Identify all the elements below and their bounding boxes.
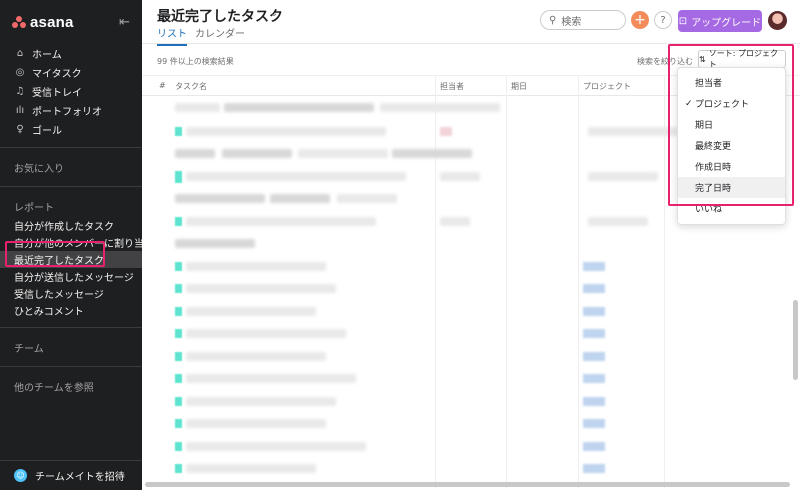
sort-button[interactable]: ⇅ ソート: プロジェクト bbox=[698, 49, 786, 69]
column-header-assignee[interactable]: 担当者 bbox=[440, 81, 464, 92]
nav-item-label: ホーム bbox=[32, 50, 62, 61]
nav-item-goals[interactable]: ♀ ゴール bbox=[0, 120, 142, 139]
sort-option-label: 完了日時 bbox=[695, 184, 732, 194]
nav-item-my-tasks[interactable]: ◎ マイタスク bbox=[0, 63, 142, 82]
divider bbox=[0, 327, 142, 328]
check-circle-icon: ◎ bbox=[15, 67, 25, 78]
home-icon: ⌂ bbox=[16, 48, 24, 59]
sort-icon: ⇅ bbox=[699, 54, 706, 64]
report-item-sent-messages[interactable]: 自分が送信したメッセージ bbox=[0, 268, 142, 285]
page-title: 最近完了したタスク bbox=[157, 9, 283, 25]
reports-list: 自分が作成したタスク 自分が他のメンバーに割り当... 最近完了したタスク 自分… bbox=[0, 217, 142, 319]
sort-option-completed-on[interactable]: 完了日時 bbox=[678, 177, 785, 198]
invite-label: チームメイトを招待 bbox=[35, 472, 125, 483]
report-item-recently-completed[interactable]: 最近完了したタスク bbox=[0, 251, 142, 268]
chevron-down-icon[interactable]: ⌄ bbox=[270, 8, 278, 19]
gift-icon: ⊡ bbox=[678, 15, 688, 27]
column-header-project[interactable]: プロジェクト bbox=[583, 81, 631, 92]
table-row[interactable] bbox=[142, 300, 800, 323]
person-icon: ♀ bbox=[16, 124, 24, 135]
tab-calendar[interactable]: カレンダー bbox=[195, 25, 245, 40]
asana-logo-icon[interactable] bbox=[12, 16, 26, 28]
sort-option-created-on[interactable]: 作成日時 bbox=[678, 156, 785, 177]
brand-name[interactable]: asana bbox=[30, 14, 74, 31]
search-input[interactable]: ⚲ 検索 bbox=[540, 10, 626, 30]
invite-teammates-button[interactable]: ☺ チームメイトを招待 bbox=[0, 460, 142, 490]
report-item-received-messages[interactable]: 受信したメッセージ bbox=[0, 285, 142, 302]
invite-people-icon: ☺ bbox=[14, 469, 27, 482]
sort-option-label: いいね bbox=[695, 205, 723, 215]
sort-option-label: プロジェクト bbox=[695, 100, 750, 110]
search-icon: ⚲ bbox=[549, 14, 557, 26]
column-header-task-name[interactable]: タスク名 bbox=[175, 81, 207, 92]
horizontal-scrollbar[interactable] bbox=[145, 482, 790, 487]
report-item-created-by-me[interactable]: 自分が作成したタスク bbox=[0, 217, 142, 234]
table-row[interactable] bbox=[142, 322, 800, 345]
bell-icon: ♫ bbox=[15, 86, 25, 97]
reports-section-title[interactable]: レポート bbox=[0, 195, 142, 217]
bar-chart-icon: ılı bbox=[15, 105, 25, 116]
favorites-section-title[interactable]: お気に入り bbox=[0, 156, 142, 178]
topbar: 最近完了したタスク ⌄ リスト カレンダー ⚲ 検索 + ? ⊡ アップグレード bbox=[142, 0, 800, 46]
table-row[interactable] bbox=[142, 457, 800, 480]
table-row[interactable] bbox=[142, 232, 800, 255]
main-nav: ⌂ ホーム ◎ マイタスク ♫ 受信トレイ ılı ポートフォリオ ♀ ゴール bbox=[0, 44, 142, 139]
column-header-due-date[interactable]: 期日 bbox=[511, 81, 527, 92]
nav-item-portfolios[interactable]: ılı ポートフォリオ bbox=[0, 101, 142, 120]
sort-option-project[interactable]: ✓ プロジェクト bbox=[678, 93, 785, 114]
sort-option-label: 期日 bbox=[695, 121, 714, 131]
sort-option-due-date[interactable]: 期日 bbox=[678, 114, 785, 135]
vertical-scrollbar[interactable] bbox=[793, 300, 798, 380]
table-row[interactable] bbox=[142, 255, 800, 278]
report-item-assigned-to-others[interactable]: 自分が他のメンバーに割り当... bbox=[0, 234, 142, 251]
refine-search-link[interactable]: 検索を絞り込む bbox=[637, 56, 693, 67]
nav-item-label: マイタスク bbox=[32, 69, 82, 80]
collapse-sidebar-icon[interactable]: ⇤ bbox=[119, 15, 130, 30]
table-row[interactable] bbox=[142, 367, 800, 390]
sort-dropdown-menu: 担当者 ✓ プロジェクト 期日 最終変更 作成日時 完了日時 いいね bbox=[677, 67, 786, 225]
sort-option-label: 作成日時 bbox=[695, 163, 732, 173]
brand: asana ⇤ bbox=[0, 0, 142, 44]
sort-option-assignee[interactable]: 担当者 bbox=[678, 72, 785, 93]
result-count: 99 件以上の検索結果 bbox=[157, 57, 234, 66]
checkmark-icon: ✓ bbox=[685, 98, 693, 109]
report-item-comments[interactable]: ひとみコメント bbox=[0, 302, 142, 319]
divider bbox=[0, 186, 142, 187]
upgrade-label: アップグレード bbox=[691, 17, 762, 29]
tab-list[interactable]: リスト bbox=[157, 25, 187, 46]
table-row[interactable] bbox=[142, 412, 800, 435]
browse-teams-link[interactable]: 他のチームを参照 bbox=[0, 375, 142, 397]
sort-option-likes[interactable]: いいね bbox=[678, 198, 785, 219]
quick-add-button[interactable]: + bbox=[631, 11, 649, 29]
divider bbox=[0, 366, 142, 367]
nav-item-label: ゴール bbox=[32, 126, 62, 137]
nav-item-label: ポートフォリオ bbox=[32, 107, 102, 118]
sort-option-label: 担当者 bbox=[695, 79, 723, 89]
sidebar: asana ⇤ ⌂ ホーム ◎ マイタスク ♫ 受信トレイ ılı ポートフォリ… bbox=[0, 0, 142, 490]
search-placeholder: 検索 bbox=[561, 16, 582, 28]
sort-option-last-modified[interactable]: 最終変更 bbox=[678, 135, 785, 156]
divider bbox=[0, 147, 142, 148]
nav-item-home[interactable]: ⌂ ホーム bbox=[0, 44, 142, 63]
table-row[interactable] bbox=[142, 390, 800, 413]
column-header-number[interactable]: # bbox=[159, 81, 166, 90]
table-row[interactable] bbox=[142, 277, 800, 300]
sort-option-label: 最終変更 bbox=[695, 142, 732, 152]
avatar[interactable] bbox=[768, 11, 787, 30]
teams-section-title[interactable]: チーム bbox=[0, 336, 142, 358]
table-row[interactable] bbox=[142, 435, 800, 458]
help-button[interactable]: ? bbox=[654, 11, 672, 29]
upgrade-button[interactable]: ⊡ アップグレード bbox=[678, 10, 762, 32]
table-row[interactable] bbox=[142, 345, 800, 368]
nav-item-label: 受信トレイ bbox=[32, 88, 82, 99]
plus-icon: + bbox=[634, 12, 646, 28]
nav-item-inbox[interactable]: ♫ 受信トレイ bbox=[0, 82, 142, 101]
